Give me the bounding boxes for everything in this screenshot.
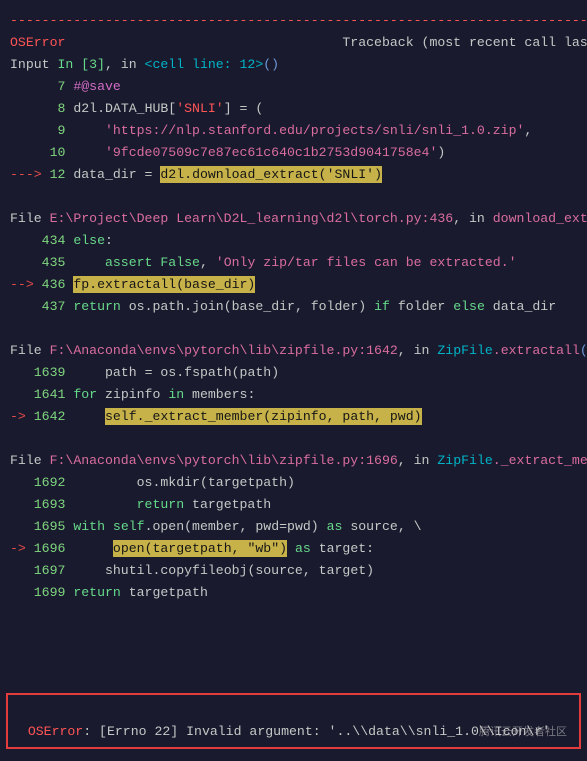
- file-path: F:\Anaconda\envs\pytorch\lib\zipfile.py:…: [50, 453, 398, 468]
- url-string: 'https://nlp.stanford.edu/projects/snli/…: [105, 123, 524, 138]
- lineno: 1693: [34, 497, 66, 512]
- arrow: --->: [10, 167, 50, 182]
- traceback-block: ----------------------------------------…: [0, 0, 587, 614]
- lineno: 10: [50, 145, 66, 160]
- arrow: -->: [10, 277, 42, 292]
- file-path: E:\Project\Deep Learn\D2L_learning\d2l\t…: [50, 211, 454, 226]
- file-label: File: [10, 211, 50, 226]
- highlight-call: fp.extractall(base_dir): [73, 276, 255, 293]
- lineno: 436: [42, 277, 66, 292]
- input-label: Input: [10, 57, 57, 72]
- func-name: download_extract: [493, 211, 587, 226]
- file-label: File: [10, 343, 50, 358]
- lineno: 9: [57, 123, 65, 138]
- class-name: ZipFile: [437, 453, 492, 468]
- lineno: 1696: [34, 541, 66, 556]
- class-name: ZipFile: [437, 343, 492, 358]
- hash-string: '9fcde07509c7e87ec61c640c1b2753d9041758e…: [105, 145, 437, 160]
- error-message: : [Errno 22] Invalid argument: '..\\data…: [83, 724, 550, 739]
- cell-line: <cell line: 12>: [145, 57, 264, 72]
- trace-label: Traceback (most recent call last: [342, 35, 587, 50]
- lineno: 434: [42, 233, 66, 248]
- lineno: 12: [50, 167, 66, 182]
- comment: #@save: [73, 79, 120, 94]
- lineno: 1697: [34, 563, 66, 578]
- lineno: 1695: [34, 519, 66, 534]
- lineno: 1641: [34, 387, 66, 402]
- lineno: 7: [57, 79, 65, 94]
- sep: ----------------------------------------…: [10, 13, 587, 28]
- lineno: 8: [57, 101, 65, 116]
- err-name: OSError: [10, 35, 65, 50]
- lineno: 1699: [34, 585, 66, 600]
- string: 'SNLI': [176, 101, 223, 116]
- method-name: extractall: [501, 343, 580, 358]
- highlight-call: _extract_member(zipinfo, path, pwd): [145, 409, 422, 424]
- file-path: F:\Anaconda\envs\pytorch\lib\zipfile.py:…: [50, 343, 398, 358]
- lineno: 435: [42, 255, 66, 270]
- lineno: 1692: [34, 475, 66, 490]
- method-name: _extract_member: [501, 453, 587, 468]
- error-box: OSError: [Errno 22] Invalid argument: '.…: [6, 693, 581, 749]
- arrow: ->: [10, 541, 34, 556]
- error-name: OSError: [28, 724, 83, 739]
- lineno: 1639: [34, 365, 66, 380]
- lineno: 1642: [34, 409, 66, 424]
- lineno: 437: [42, 299, 66, 314]
- arrow: ->: [10, 409, 34, 424]
- input-cell: In [3]: [57, 57, 104, 72]
- string: 'Only zip/tar files can be extracted.': [216, 255, 517, 270]
- file-label: File: [10, 453, 50, 468]
